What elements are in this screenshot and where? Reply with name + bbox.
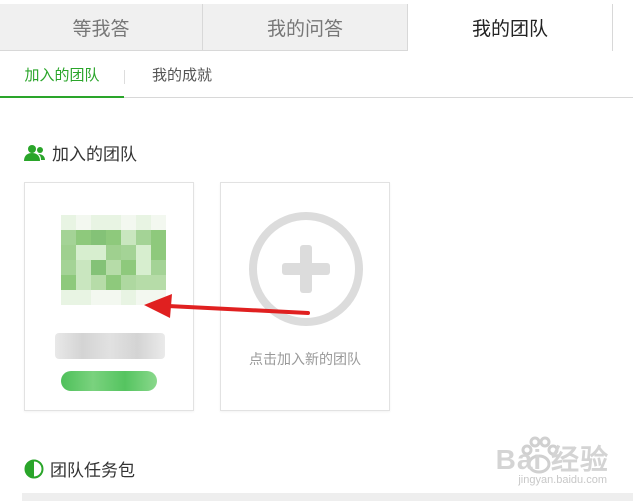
avatar-pixel bbox=[151, 290, 166, 305]
tab-label: 我的问答 bbox=[266, 17, 343, 40]
avatar-pixel bbox=[106, 260, 121, 275]
avatar-pixel bbox=[151, 230, 166, 245]
team-enter-button[interactable] bbox=[61, 371, 157, 391]
plus-circle-icon bbox=[249, 212, 363, 326]
avatar-pixel bbox=[136, 230, 151, 245]
avatar-pixel bbox=[91, 275, 106, 290]
avatar-pixel bbox=[91, 245, 106, 260]
avatar-pixel bbox=[61, 215, 76, 230]
avatar-pixel bbox=[151, 215, 166, 230]
top-tab-bar: 等我答 我的问答 我的团队 bbox=[0, 0, 633, 52]
avatar-pixel bbox=[61, 245, 76, 260]
task-package-heading: 团队任务包 bbox=[24, 456, 135, 481]
avatar-pixel bbox=[151, 245, 166, 260]
watermark-main: Bai 经验 bbox=[495, 444, 609, 475]
avatar-pixel bbox=[61, 230, 76, 245]
avatar-pixel bbox=[76, 215, 91, 230]
avatar-pixel bbox=[151, 260, 166, 275]
tab-label: 等我答 bbox=[72, 17, 130, 40]
avatar-pixel bbox=[136, 260, 151, 275]
avatar-pixel bbox=[136, 245, 151, 260]
tab-my-qa[interactable]: 我的问答 bbox=[203, 4, 408, 51]
tab-waiting-answers[interactable]: 等我答 bbox=[0, 4, 203, 51]
avatar-pixel bbox=[136, 275, 151, 290]
avatar-pixel bbox=[136, 215, 151, 230]
avatar-pixel bbox=[121, 230, 136, 245]
avatar-pixel bbox=[61, 260, 76, 275]
tab-my-team[interactable]: 我的团队 bbox=[408, 4, 613, 51]
avatar-pixel bbox=[91, 230, 106, 245]
task-list-placeholder bbox=[22, 493, 633, 501]
sub-tab-label: 我的成就 bbox=[152, 66, 213, 84]
avatar-pixel bbox=[121, 245, 136, 260]
team-avatar bbox=[61, 215, 167, 305]
pie-icon bbox=[24, 459, 44, 478]
add-team-caption: 点击加入新的团队 bbox=[249, 352, 361, 368]
avatar-pixel bbox=[121, 275, 136, 290]
team-card[interactable] bbox=[24, 182, 194, 411]
avatar-pixel bbox=[76, 230, 91, 245]
team-name bbox=[55, 333, 165, 359]
sub-tab-bar: 加入的团队 我的成就 bbox=[0, 52, 633, 98]
avatar-pixel bbox=[61, 290, 76, 305]
avatar-pixel bbox=[106, 215, 121, 230]
tab-label: 我的团队 bbox=[471, 18, 548, 40]
section-title: 团队任务包 bbox=[50, 461, 135, 481]
baidu-jingyan-watermark: Bai 经验 jingyan.baidu.com bbox=[471, 432, 619, 492]
avatar-pixel bbox=[151, 275, 166, 290]
avatar-pixel bbox=[91, 260, 106, 275]
section-title: 加入的团队 bbox=[52, 145, 137, 165]
avatar-pixel bbox=[106, 290, 121, 305]
avatar-pixel bbox=[61, 275, 76, 290]
sub-tab-label: 加入的团队 bbox=[24, 65, 100, 84]
avatar-pixel bbox=[91, 290, 106, 305]
avatar-pixel bbox=[76, 290, 91, 305]
avatar-pixel bbox=[91, 215, 106, 230]
avatar-pixel bbox=[76, 260, 91, 275]
avatar-pixel bbox=[106, 230, 121, 245]
tab-my-achievements[interactable]: 我的成就 bbox=[152, 52, 212, 97]
avatar-pixel bbox=[136, 290, 151, 305]
avatar-pixel bbox=[121, 260, 136, 275]
avatar-pixel bbox=[106, 275, 121, 290]
avatar-pixel bbox=[76, 245, 91, 260]
avatar-pixel bbox=[121, 215, 136, 230]
joined-teams-heading: 加入的团队 bbox=[24, 140, 137, 165]
avatar-pixel bbox=[106, 245, 121, 260]
avatar-pixel bbox=[121, 290, 136, 305]
users-icon bbox=[24, 144, 45, 161]
avatar-pixel bbox=[76, 275, 91, 290]
add-team-card[interactable]: 点击加入新的团队 bbox=[220, 182, 390, 411]
sub-tab-divider bbox=[124, 70, 125, 84]
watermark-sub: jingyan.baidu.com bbox=[518, 474, 607, 486]
tab-joined-teams[interactable]: 加入的团队 bbox=[0, 52, 124, 98]
